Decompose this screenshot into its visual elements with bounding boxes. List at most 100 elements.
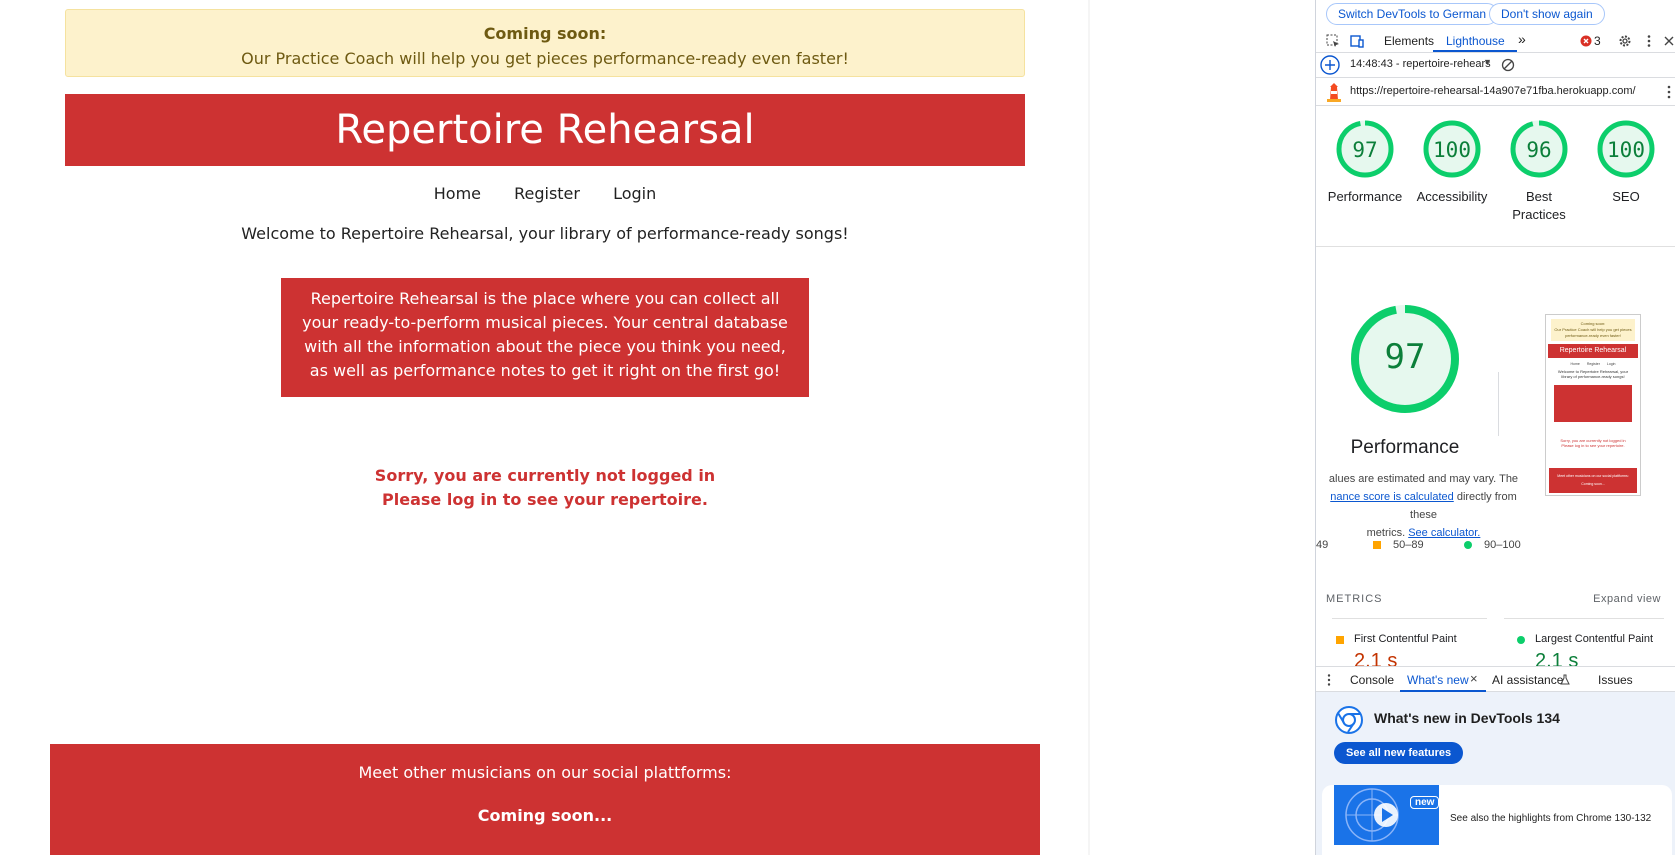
close-devtools-icon[interactable]: [1662, 34, 1675, 48]
drawer-tab-ai-assistance[interactable]: AI assistance: [1492, 673, 1563, 687]
metrics-heading: METRICS: [1326, 593, 1383, 605]
error-icon[interactable]: [1580, 35, 1592, 47]
metric-lcp-value: 2.1 s: [1535, 650, 1579, 666]
dont-show-again-button[interactable]: Don't show again: [1489, 3, 1605, 25]
gauge-seo-value: 100: [1607, 138, 1645, 162]
report-url[interactable]: https://repertoire-rehearsal-14a907e71fb…: [1350, 85, 1636, 97]
thumb-welcome: Welcome to Repertoire Rehearsal, your li…: [1557, 369, 1629, 379]
report-selector[interactable]: 14:48:43 - repertoire-rehears: [1350, 58, 1491, 70]
whats-new-panel: What's new in DevTools 134 See all new f…: [1316, 692, 1675, 855]
error-count[interactable]: 3: [1594, 34, 1601, 48]
gauge-accessibility[interactable]: 100 Accessibility: [1408, 120, 1496, 206]
report-url-bar: https://repertoire-rehearsal-14a907e71fb…: [1316, 78, 1675, 106]
gauge-best-practices[interactable]: 96 Best Practices: [1495, 120, 1583, 224]
drawer-tab-whats-new[interactable]: What's new: [1407, 673, 1469, 687]
gauge-performance-value: 97: [1352, 138, 1378, 162]
drawer-menu-icon[interactable]: [1326, 673, 1332, 687]
url-more-icon[interactable]: [1666, 84, 1672, 100]
drawer-tab-issues[interactable]: Issues: [1598, 673, 1633, 687]
gauge-separator: [1498, 372, 1499, 436]
drawer-tab-console[interactable]: Console: [1350, 673, 1394, 687]
site-page: Coming soon: Our Practice Coach will hel…: [0, 0, 1090, 855]
fcp-average-icon: [1336, 636, 1344, 644]
report-dropdown-icon[interactable]: ▼: [1483, 57, 1492, 67]
see-all-features-button[interactable]: See all new features: [1334, 742, 1464, 764]
gauge-accessibility-value: 100: [1433, 138, 1471, 162]
metric-lcp-name: Largest Contentful Paint: [1535, 633, 1654, 645]
legend-fail: 49: [1316, 539, 1329, 551]
nav-login-link[interactable]: Login: [613, 184, 656, 203]
thumb-footer: Meet other musicians on our social platt…: [1549, 468, 1637, 493]
chrome-devtools-logo-icon: [1335, 706, 1363, 734]
legend-average: 50–89: [1393, 539, 1424, 551]
footer-social-text: Meet other musicians on our social platt…: [358, 763, 732, 782]
gauge-seo-label: SEO: [1612, 189, 1640, 204]
page-screenshot-thumbnail[interactable]: Coming soon: Our Practice Coach will help…: [1545, 314, 1641, 496]
highlights-text: See also the highlights from Chrome 130-…: [1450, 813, 1652, 824]
score-estimate-note: alues are estimated and may vary. The na…: [1328, 473, 1519, 539]
gauge-performance[interactable]: 97 Performance: [1321, 120, 1409, 206]
section-divider: [1316, 246, 1675, 247]
whats-new-title: What's new in DevTools 134: [1374, 710, 1560, 726]
metrics-divider: [1332, 618, 1487, 619]
nav-register-link[interactable]: Register: [514, 184, 580, 203]
blank-area: [1102, 0, 1315, 855]
thumb-nav: Home Register Login: [1570, 362, 1616, 366]
site-scrollbar[interactable]: [1088, 0, 1090, 855]
tab-lighthouse[interactable]: Lighthouse: [1446, 34, 1505, 48]
device-toolbar-icon[interactable]: [1350, 34, 1364, 48]
settings-gear-icon[interactable]: [1618, 34, 1632, 48]
inspect-element-icon[interactable]: [1326, 34, 1340, 48]
gauge-best-practices-value: 96: [1526, 138, 1552, 162]
close-tab-icon[interactable]: ×: [1470, 671, 1478, 686]
more-options-icon[interactable]: [1642, 34, 1656, 48]
lighthouse-logo-icon: [1327, 83, 1341, 102]
site-footer: Meet other musicians on our social platt…: [50, 744, 1040, 855]
highlights-video-thumbnail-icon: [1334, 785, 1439, 845]
experiment-flask-icon: [1560, 674, 1570, 685]
big-gauge-value: 97: [1384, 337, 1426, 377]
thumb-announce: Coming soon: Our Practice Coach will help…: [1551, 319, 1635, 341]
login-notice-line1: Sorry, you are currently not logged in: [374, 466, 716, 485]
metrics-divider: [1504, 618, 1664, 619]
thumb-banner: Repertoire Rehearsal: [1548, 344, 1638, 358]
devtools-tabbar: Elements Lighthouse » 3: [1316, 29, 1675, 53]
clear-report-icon[interactable]: [1501, 58, 1515, 72]
metric-fcp-name: First Contentful Paint: [1354, 633, 1457, 645]
welcome-text: Welcome to Repertoire Rehearsal, your li…: [241, 224, 849, 243]
metric-fcp-value: 2.1 s: [1354, 650, 1398, 666]
language-infobar: Switch DevTools to German Don't show aga…: [1316, 0, 1675, 28]
login-notice: Sorry, you are currently not logged in P…: [0, 464, 1090, 512]
website-viewport: Coming soon: Our Practice Coach will hel…: [0, 0, 1090, 855]
gauge-best-practices-label: Best Practices: [1512, 189, 1566, 222]
gauge-performance-label: Performance: [1327, 189, 1403, 204]
more-tabs-icon[interactable]: »: [1518, 31, 1526, 47]
expand-view-toggle[interactable]: Expand view: [1593, 593, 1661, 605]
active-tab-indicator: [1433, 50, 1517, 52]
highlights-card[interactable]: new See also the highlights from Chrome …: [1322, 785, 1672, 855]
lcp-pass-icon: [1517, 636, 1525, 644]
switch-language-button[interactable]: Switch DevTools to German: [1326, 3, 1499, 25]
new-badge: new: [1410, 796, 1440, 809]
big-gauge-label: Performance: [1350, 437, 1460, 458]
about-box: Repertoire Rehearsal is the place where …: [281, 278, 809, 397]
site-title-banner: Repertoire Rehearsal: [65, 94, 1025, 166]
drawer-tabbar: Console What's new × AI assistance Issue…: [1316, 666, 1675, 692]
announcement-title: Coming soon:: [483, 24, 607, 43]
performance-big-gauge: 97: [1350, 304, 1460, 414]
main-nav: Home Register Login: [0, 184, 1090, 203]
tab-elements[interactable]: Elements: [1384, 34, 1434, 48]
see-calculator-link[interactable]: See calculator.: [1408, 527, 1480, 539]
legend-pass: 90–100: [1484, 539, 1521, 551]
thumb-about-box: [1554, 385, 1632, 422]
footer-coming-soon: Coming soon...: [477, 806, 613, 825]
nav-home-link[interactable]: Home: [434, 184, 481, 203]
gauge-seo[interactable]: 100 SEO: [1582, 120, 1670, 206]
performance-score-link[interactable]: nance score is calculated: [1330, 491, 1454, 503]
legend-pass-circle-icon: [1464, 541, 1472, 549]
lighthouse-toolbar: 14:48:43 - repertoire-rehears ▼: [1316, 53, 1675, 78]
announcement-text: Our Practice Coach will help you get pie…: [241, 49, 849, 68]
thumb-notice: Sorry, you are currently not logged in P…: [1560, 438, 1626, 448]
legend-average-square-icon: [1373, 541, 1381, 549]
new-report-icon[interactable]: [1320, 55, 1340, 75]
